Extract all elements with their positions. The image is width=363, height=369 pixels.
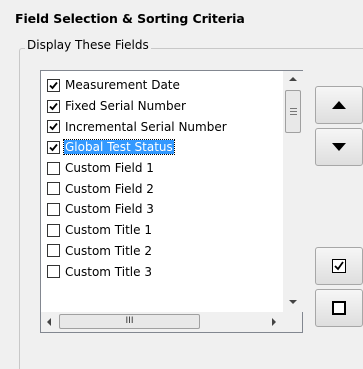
- horizontal-scroll-thumb[interactable]: III: [59, 314, 200, 329]
- scroll-down-arrow-icon[interactable]: [289, 300, 297, 304]
- checked-box-icon: [332, 259, 346, 273]
- checkmark-icon: [49, 123, 58, 131]
- checkmark-icon: [49, 81, 58, 90]
- checkmark-icon: [49, 102, 58, 110]
- empty-box-icon: [332, 301, 346, 315]
- checkbox-unchecked[interactable]: [47, 202, 60, 216]
- uncheck-all-button[interactable]: [315, 289, 363, 327]
- vertical-scroll-thumb[interactable]: [285, 90, 301, 133]
- move-down-button[interactable]: [315, 128, 363, 166]
- checkbox-unchecked[interactable]: [47, 244, 60, 258]
- fields-list: Measurement Date Fixed Serial Number Incre…: [41, 75, 283, 282]
- field-label: Custom Field 3: [65, 202, 154, 217]
- list-item[interactable]: Custom Field 3: [41, 199, 283, 220]
- list-item[interactable]: Incremental Serial Number: [41, 116, 283, 137]
- scroll-right-arrow-icon[interactable]: [272, 318, 276, 326]
- field-label: Incremental Serial Number: [65, 119, 227, 134]
- checkbox-unchecked[interactable]: [47, 265, 60, 279]
- list-item[interactable]: Custom Title 3: [41, 261, 283, 282]
- fields-listbox[interactable]: Measurement Date Fixed Serial Number Incre…: [40, 70, 303, 333]
- scroll-left-arrow-icon[interactable]: [47, 318, 51, 326]
- checkbox-checked[interactable]: [47, 99, 60, 113]
- list-item[interactable]: Custom Field 1: [41, 158, 283, 179]
- checkmark-icon: [49, 143, 58, 152]
- move-up-button[interactable]: [315, 86, 363, 124]
- list-item[interactable]: Custom Title 2: [41, 241, 283, 262]
- scrollbar-corner: [283, 312, 302, 332]
- list-item[interactable]: Fixed Serial Number: [41, 96, 283, 117]
- checkbox-checked[interactable]: [47, 120, 60, 134]
- checkbox-unchecked[interactable]: [47, 161, 60, 175]
- field-label: Measurement Date: [65, 78, 180, 93]
- list-item[interactable]: Custom Title 1: [41, 220, 283, 241]
- scroll-up-arrow-icon[interactable]: [289, 77, 297, 81]
- vertical-scrollbar[interactable]: [283, 71, 303, 312]
- field-label: Custom Field 1: [65, 161, 154, 176]
- list-item[interactable]: Global Test Status: [41, 137, 283, 158]
- field-label: Global Test Status: [63, 139, 175, 156]
- checkbox-unchecked[interactable]: [47, 223, 60, 237]
- check-all-button[interactable]: [315, 247, 363, 285]
- field-label: Custom Title 2: [65, 243, 152, 258]
- field-label: Fixed Serial Number: [65, 99, 186, 114]
- group-label: Display These Fields: [25, 38, 151, 52]
- field-label: Custom Title 1: [65, 223, 152, 238]
- checkbox-checked[interactable]: [47, 140, 60, 154]
- triangle-down-icon: [332, 143, 346, 151]
- section-title: Field Selection & Sorting Criteria: [15, 11, 245, 26]
- checkbox-unchecked[interactable]: [47, 182, 60, 196]
- field-label: Custom Title 3: [65, 264, 152, 279]
- field-label: Custom Field 2: [65, 181, 154, 196]
- triangle-up-icon: [332, 101, 346, 109]
- list-item[interactable]: Measurement Date: [41, 75, 283, 96]
- list-item[interactable]: Custom Field 2: [41, 178, 283, 199]
- checkbox-checked[interactable]: [47, 78, 60, 92]
- horizontal-scrollbar[interactable]: III: [41, 312, 283, 332]
